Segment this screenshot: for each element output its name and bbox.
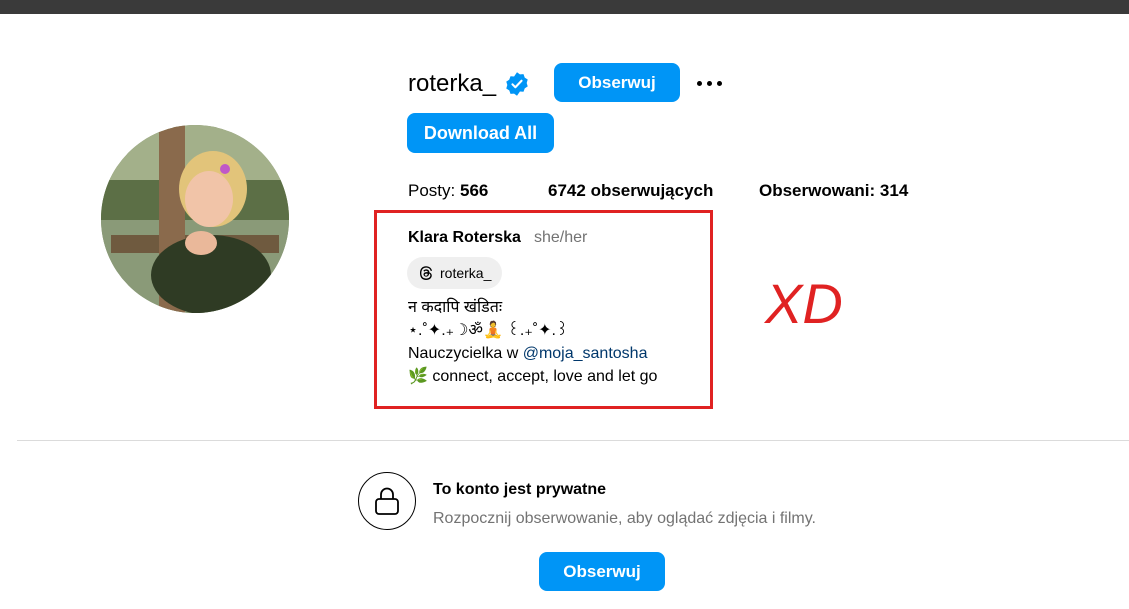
profile-pronouns: she/her (534, 229, 588, 246)
threads-link[interactable]: roterka_ (407, 257, 502, 289)
profile-full-name: Klara Roterska (408, 229, 521, 246)
profile-username: roterka_ (408, 70, 497, 97)
lock-icon (358, 472, 416, 530)
following-count[interactable]: Obserwowani: 314 (759, 180, 908, 202)
bio-mention-link[interactable]: @moja_santosha (523, 345, 648, 362)
bio-line-2: ⋆.˚✦.₊☽ॐ🧘 ꒰.₊˚✦.꒱ (408, 322, 569, 339)
posts-count[interactable]: Posty: 566 (408, 180, 488, 202)
profile-avatar[interactable] (101, 125, 289, 313)
threads-handle: roterka_ (440, 265, 492, 281)
bio-line-3-text: Nauczycielka w (408, 345, 523, 362)
bio-line-3: Nauczycielka w @moja_santosha (408, 343, 647, 365)
private-account-subtitle: Rozpocznij obserwowanie, aby oglądać zdj… (433, 510, 816, 527)
follow-button[interactable]: Obserwuj (554, 63, 680, 102)
section-divider (17, 440, 1129, 441)
bio-line-1: न कदापि खंडितः (408, 299, 503, 316)
bio-line-4: 🌿 connect, accept, love and let go (408, 368, 658, 385)
top-bar (0, 0, 1129, 14)
private-follow-button[interactable]: Obserwuj (539, 552, 665, 591)
threads-icon (420, 266, 432, 281)
annotation-text: XD (765, 272, 843, 335)
followers-count[interactable]: 6742 obserwujących (548, 180, 713, 202)
private-account-title: To konto jest prywatne (433, 481, 607, 498)
following-label: Obserwowani: (759, 181, 876, 200)
posts-label: Posty: (408, 181, 456, 200)
posts-value: 566 (459, 181, 489, 200)
followers-value: 6742 (548, 181, 586, 200)
download-all-button[interactable]: Download All (407, 113, 554, 153)
more-options-icon[interactable] (694, 70, 728, 96)
verified-badge-icon (506, 72, 528, 96)
following-value: 314 (879, 181, 909, 200)
followers-label: obserwujących (590, 181, 714, 200)
